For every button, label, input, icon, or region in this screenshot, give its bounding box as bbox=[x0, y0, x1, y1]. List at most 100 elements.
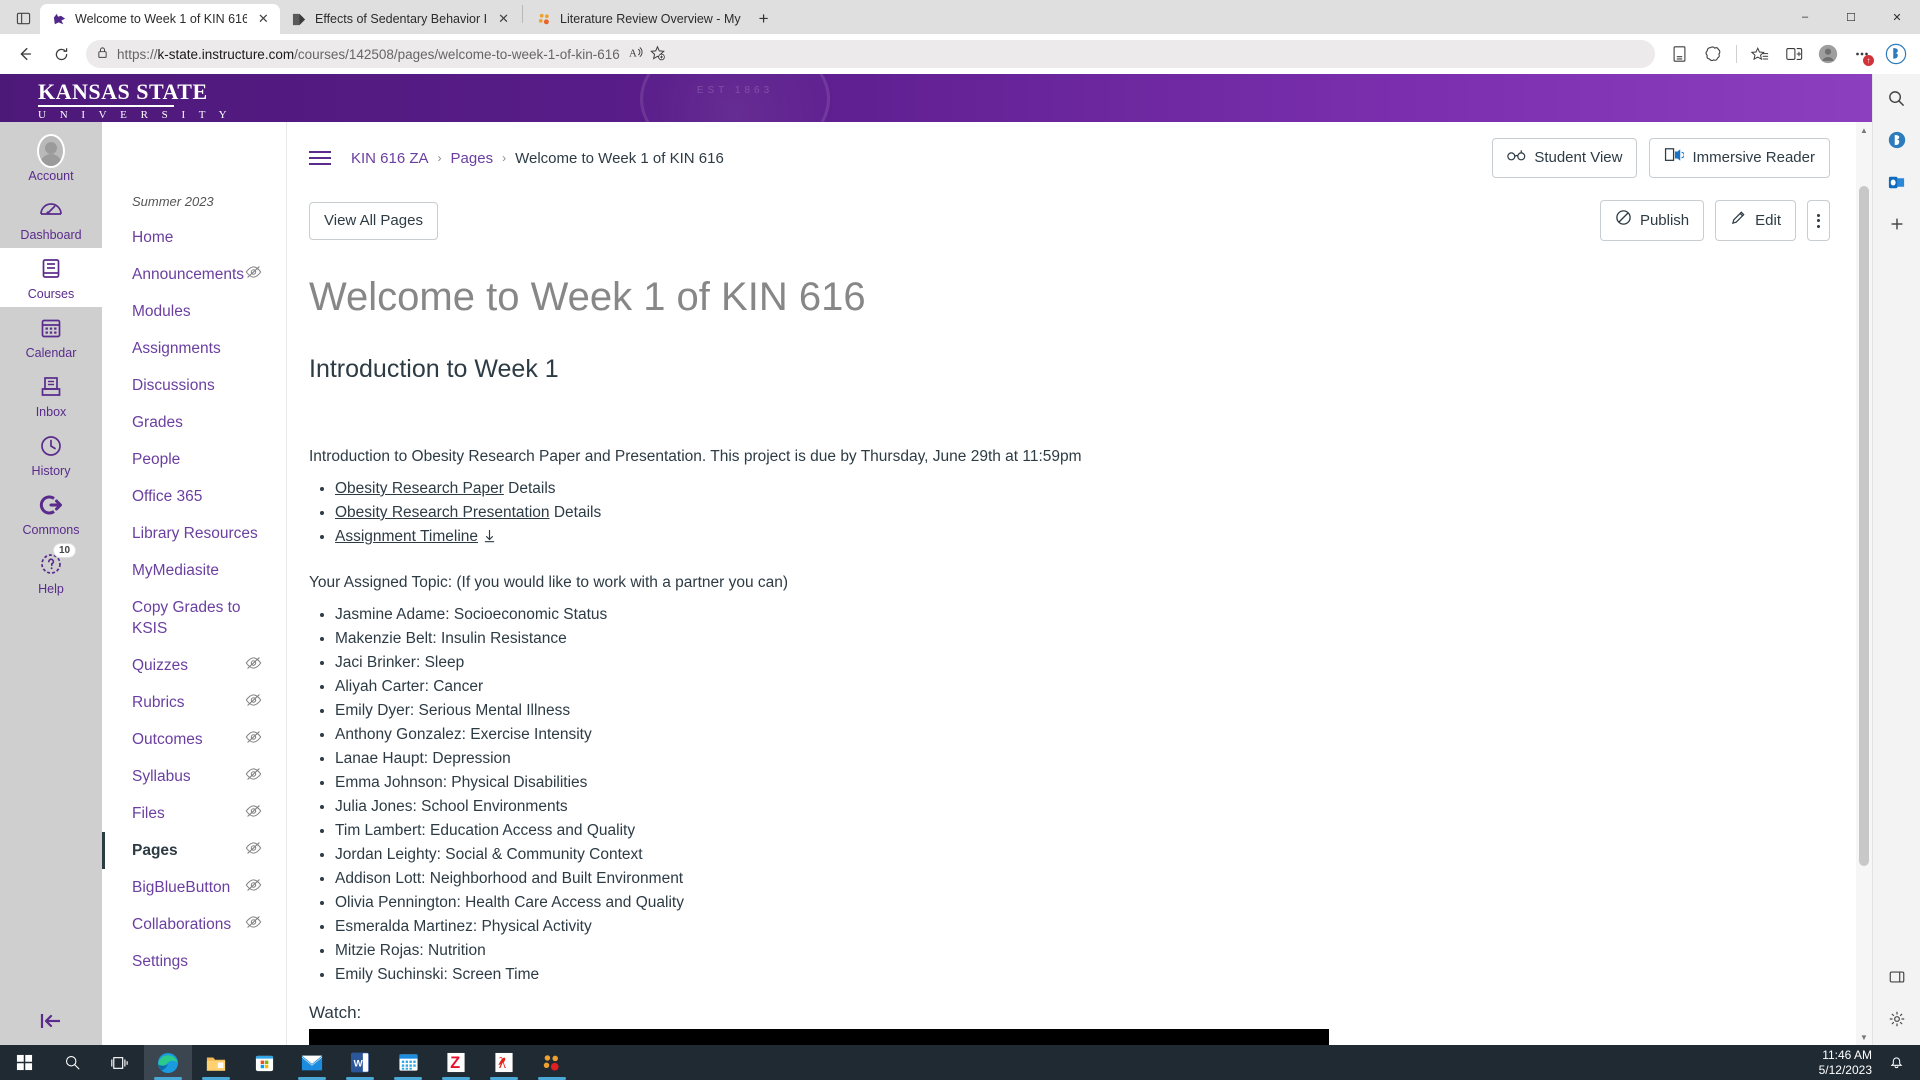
breadcrumb-course[interactable]: KIN 616 ZA bbox=[351, 150, 429, 167]
collapse-left-icon[interactable] bbox=[0, 1011, 102, 1031]
mediasite[interactable] bbox=[528, 1045, 576, 1080]
student-view-label: Student View bbox=[1534, 149, 1623, 166]
course-nav-item-grades[interactable]: Grades bbox=[102, 404, 286, 441]
hidden-from-students-eye-icon bbox=[245, 803, 262, 824]
zoom[interactable]: Z bbox=[432, 1045, 480, 1080]
global-nav-item-calendar[interactable]: Calendar bbox=[0, 307, 102, 366]
course-nav-item-office-365[interactable]: Office 365 bbox=[102, 478, 286, 515]
settings-more-icon[interactable]: ↑ bbox=[1846, 39, 1878, 69]
browser-tab-2[interactable]: Literature Review Overview - My bbox=[525, 4, 749, 34]
clock-time: 11:46 AM bbox=[1822, 1047, 1872, 1062]
new-tab-button[interactable]: + bbox=[749, 4, 779, 34]
address-bar[interactable]: https://k-state.instructure.com/courses/… bbox=[86, 40, 1655, 68]
refresh-icon[interactable] bbox=[44, 38, 78, 70]
tab-actions-icon[interactable] bbox=[6, 2, 40, 34]
scrollbar-thumb[interactable] bbox=[1859, 186, 1869, 866]
microsoft-edge[interactable] bbox=[144, 1045, 192, 1080]
profile-icon[interactable] bbox=[1812, 39, 1844, 69]
course-nav-item-files[interactable]: Files bbox=[102, 795, 286, 832]
browser-essentials-icon[interactable] bbox=[1697, 39, 1729, 69]
add-favorite-icon[interactable] bbox=[649, 45, 666, 64]
page-title: Welcome to Week 1 of KIN 616 bbox=[309, 275, 866, 319]
close-icon[interactable]: ✕ bbox=[255, 10, 272, 28]
course-nav-item-modules[interactable]: Modules bbox=[102, 293, 286, 330]
close-icon[interactable]: ✕ bbox=[495, 10, 512, 28]
course-nav-item-quizzes[interactable]: Quizzes bbox=[102, 647, 286, 684]
document-link-suffix: Details bbox=[503, 480, 556, 497]
course-nav-item-mymediasite[interactable]: MyMediasite bbox=[102, 552, 286, 589]
hamburger-menu-icon[interactable] bbox=[309, 145, 335, 171]
course-nav-item-rubrics[interactable]: Rubrics bbox=[102, 684, 286, 721]
document-link[interactable]: Assignment Timeline bbox=[335, 528, 478, 545]
read-aloud-icon[interactable]: A bbox=[628, 45, 645, 63]
global-nav-item-commons[interactable]: Commons bbox=[0, 484, 102, 543]
view-all-pages-button[interactable]: View All Pages bbox=[309, 201, 438, 240]
sidebar-settings-icon[interactable] bbox=[1881, 1003, 1913, 1035]
course-nav-item-library-resources[interactable]: Library Resources bbox=[102, 515, 286, 552]
microsoft-word[interactable]: W bbox=[336, 1045, 384, 1080]
assigned-topic-label: Your Assigned Topic: (If you would like … bbox=[309, 574, 789, 591]
taskbar-search[interactable] bbox=[48, 1045, 96, 1080]
browser-tab-1[interactable]: Effects of Sedentary Behavior Int ✕ bbox=[280, 4, 520, 34]
mail[interactable] bbox=[288, 1045, 336, 1080]
sidebar-toggle-icon[interactable] bbox=[1881, 961, 1913, 993]
adobe-acrobat[interactable]: λ bbox=[480, 1045, 528, 1080]
notification-icon[interactable] bbox=[1886, 1055, 1906, 1070]
course-nav-item-pages[interactable]: Pages bbox=[102, 832, 286, 869]
courses-book-icon bbox=[37, 255, 65, 283]
course-nav-item-announcements[interactable]: Announcements bbox=[102, 256, 286, 293]
course-nav-item-settings[interactable]: Settings bbox=[102, 943, 286, 980]
search-icon[interactable] bbox=[1881, 82, 1913, 114]
course-nav-item-people[interactable]: People bbox=[102, 441, 286, 478]
student-view-button[interactable]: Student View bbox=[1492, 138, 1638, 178]
course-nav-item-copy-grades-to-ksis[interactable]: Copy Grades to KSIS bbox=[102, 589, 286, 647]
global-nav-item-help[interactable]: 10 Help bbox=[0, 543, 102, 602]
calendar[interactable] bbox=[384, 1045, 432, 1080]
back-arrow-icon[interactable] bbox=[8, 38, 42, 70]
embedded-video[interactable] bbox=[309, 1029, 1329, 1045]
browser-tab-0[interactable]: Welcome to Week 1 of KIN 616: ✕ bbox=[40, 4, 280, 34]
global-nav-item-dashboard[interactable]: Dashboard bbox=[0, 189, 102, 248]
document-link[interactable]: Obesity Research Presentation bbox=[335, 504, 550, 521]
page-scrollbar[interactable]: ▲ ▼ bbox=[1856, 122, 1872, 1045]
page-content: KIN 616 ZA › Pages › Welcome to Week 1 o… bbox=[287, 122, 1854, 1045]
microsoft-store[interactable] bbox=[240, 1045, 288, 1080]
course-nav-item-collaborations[interactable]: Collaborations bbox=[102, 906, 286, 943]
scroll-down-arrow[interactable]: ▼ bbox=[1856, 1029, 1872, 1045]
kstate-logo-rule bbox=[38, 105, 174, 107]
task-view[interactable] bbox=[96, 1045, 144, 1080]
global-nav-item-courses[interactable]: Courses bbox=[0, 248, 102, 307]
course-nav-item-bigbluebutton[interactable]: BigBlueButton bbox=[102, 869, 286, 906]
taskbar-clock[interactable]: 11:46 AM 5/12/2023 bbox=[1819, 1048, 1872, 1078]
scroll-up-arrow[interactable]: ▲ bbox=[1856, 122, 1872, 138]
immersive-reader-button[interactable]: Immersive Reader bbox=[1649, 138, 1830, 178]
publish-button[interactable]: Publish bbox=[1599, 200, 1705, 241]
outlook-icon[interactable] bbox=[1881, 166, 1913, 198]
copilot-icon[interactable] bbox=[1881, 124, 1913, 156]
download-icon[interactable] bbox=[478, 528, 496, 545]
global-nav-item-inbox[interactable]: Inbox bbox=[0, 366, 102, 425]
breadcrumb-pages[interactable]: Pages bbox=[451, 150, 494, 167]
favorites-icon[interactable] bbox=[1744, 39, 1776, 69]
maximize-button[interactable]: ☐ bbox=[1828, 0, 1874, 34]
minimize-button[interactable]: – bbox=[1782, 0, 1828, 34]
add-tool-icon[interactable] bbox=[1881, 208, 1913, 240]
document-link[interactable]: Obesity Research Paper bbox=[335, 480, 504, 497]
close-window-button[interactable]: ✕ bbox=[1874, 0, 1920, 34]
course-nav-item-assignments[interactable]: Assignments bbox=[102, 330, 286, 367]
split-screen-icon[interactable] bbox=[1778, 39, 1810, 69]
bing-copilot-icon[interactable] bbox=[1880, 39, 1912, 69]
file-explorer[interactable] bbox=[192, 1045, 240, 1080]
course-nav-label: Files bbox=[132, 805, 165, 822]
course-nav-item-syllabus[interactable]: Syllabus bbox=[102, 758, 286, 795]
course-nav-item-outcomes[interactable]: Outcomes bbox=[102, 721, 286, 758]
edit-button[interactable]: Edit bbox=[1715, 200, 1796, 241]
collections-icon[interactable] bbox=[1663, 39, 1695, 69]
global-nav-item-account[interactable]: Account bbox=[0, 130, 102, 189]
start-button[interactable] bbox=[0, 1045, 48, 1080]
kebab-menu-icon[interactable] bbox=[1807, 200, 1830, 241]
kstate-logo[interactable]: KANSAS STATE U N I V E R S I T Y bbox=[38, 80, 232, 121]
course-nav-item-home[interactable]: Home bbox=[102, 219, 286, 256]
course-nav-item-discussions[interactable]: Discussions bbox=[102, 367, 286, 404]
global-nav-item-history[interactable]: History bbox=[0, 425, 102, 484]
